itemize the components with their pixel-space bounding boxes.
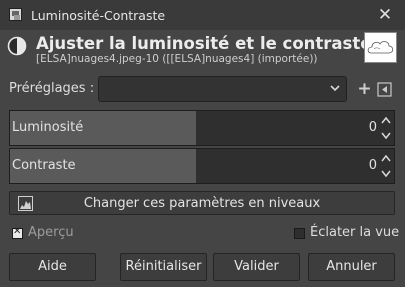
contrast-value[interactable]: 0 bbox=[369, 158, 377, 173]
cancel-button[interactable]: Annuler bbox=[308, 253, 395, 281]
split-view-checkbox[interactable] bbox=[294, 228, 305, 239]
edit-as-levels-button[interactable]: Changer ces paramètres en niveaux bbox=[9, 191, 395, 215]
title-bar: Luminosité-Contraste ✕ bbox=[0, 0, 405, 30]
contrast-increase-icon[interactable] bbox=[380, 151, 392, 166]
brightness-label: Luminosité bbox=[12, 120, 84, 135]
brightness-contrast-icon bbox=[7, 36, 27, 56]
reset-button[interactable]: Réinitialiser bbox=[120, 253, 207, 281]
help-button[interactable]: Aide bbox=[9, 253, 96, 281]
image-app-icon bbox=[9, 8, 22, 21]
cloud-thumbnail-icon bbox=[367, 41, 394, 54]
plus-icon: + bbox=[357, 79, 372, 99]
preview-checkbox[interactable] bbox=[12, 226, 23, 239]
add-preset-button[interactable]: + bbox=[357, 79, 372, 99]
split-view-label[interactable]: Éclater la vue bbox=[310, 225, 399, 240]
presets-menu-icon[interactable] bbox=[377, 82, 392, 97]
ok-button[interactable]: Valider bbox=[213, 253, 300, 281]
close-button[interactable]: ✕ bbox=[373, 3, 397, 27]
brightness-increase-icon[interactable] bbox=[380, 113, 392, 128]
image-thumbnail bbox=[364, 32, 397, 63]
edit-as-levels-label: Changer ces paramètres en niveaux bbox=[83, 196, 321, 211]
brightness-slider[interactable]: Luminosité 0 bbox=[9, 110, 395, 146]
contrast-decrease-icon[interactable] bbox=[380, 166, 392, 181]
image-source-subtitle: [ELSA]nuages4.jpeg-10 ([[ELSA]nuages4] (… bbox=[36, 53, 318, 65]
brightness-value[interactable]: 0 bbox=[369, 120, 377, 135]
close-icon: ✕ bbox=[377, 5, 393, 25]
window-title: Luminosité-Contraste bbox=[31, 8, 166, 23]
chevron-down-icon bbox=[330, 85, 340, 92]
preview-label[interactable]: Aperçu bbox=[28, 225, 74, 240]
dialog-heading: Ajuster la luminosité et le contraste bbox=[36, 34, 372, 53]
contrast-label: Contraste bbox=[12, 158, 76, 173]
brightness-decrease-icon[interactable] bbox=[380, 128, 392, 143]
presets-combo[interactable] bbox=[98, 76, 347, 102]
contrast-slider[interactable]: Contraste 0 bbox=[9, 148, 395, 184]
presets-label: Préréglages : bbox=[9, 81, 95, 96]
